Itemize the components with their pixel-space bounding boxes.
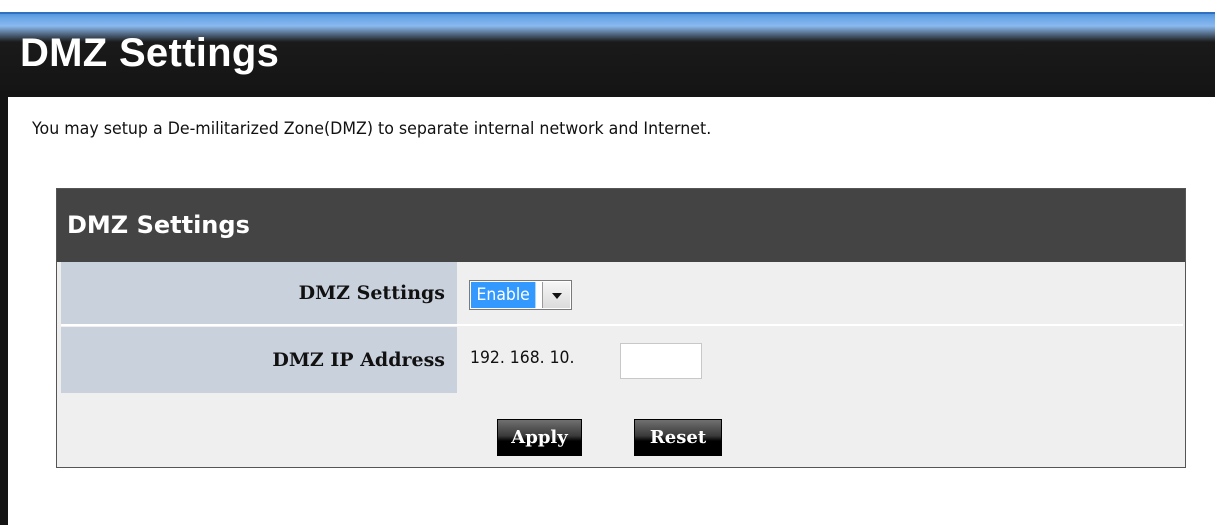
dmz-settings-selected-value: Enable: [471, 282, 536, 308]
dmz-ip-prefix: 192. 168. 10.: [470, 348, 575, 368]
reset-button[interactable]: Reset: [634, 419, 722, 456]
row-divider: [61, 324, 1183, 326]
page: DMZ Settings You may setup a De-militari…: [0, 0, 1215, 525]
dmz-ip-last-octet-input[interactable]: [620, 343, 702, 379]
dmz-settings-panel: DMZ Settings DMZ Settings DMZ IP Address…: [56, 188, 1186, 468]
left-border: [0, 97, 8, 525]
dmz-settings-select[interactable]: Enable: [469, 280, 572, 310]
dmz-ip-address-label: DMZ IP Address: [61, 327, 457, 393]
panel-title: DMZ Settings: [67, 211, 250, 239]
page-title: DMZ Settings: [20, 31, 280, 75]
header-top-edge: [0, 12, 1215, 14]
dmz-settings-label: DMZ Settings: [61, 262, 457, 324]
panel-header: DMZ Settings: [57, 189, 1185, 262]
page-description: You may setup a De-militarized Zone(DMZ)…: [32, 119, 712, 139]
apply-button[interactable]: Apply: [497, 419, 582, 456]
chevron-down-icon[interactable]: [541, 282, 570, 308]
